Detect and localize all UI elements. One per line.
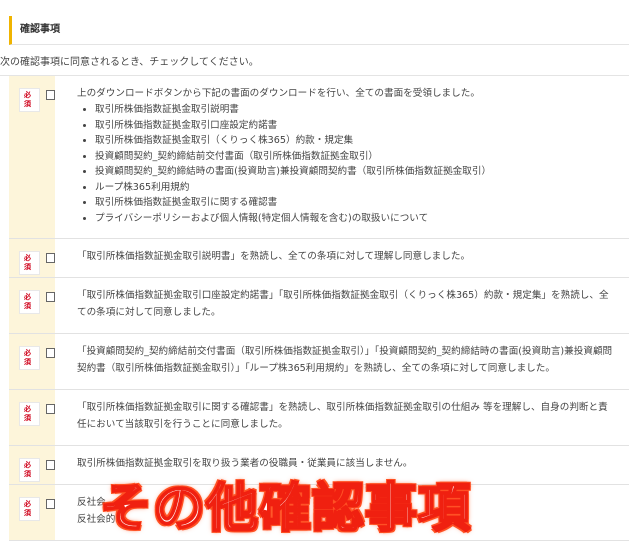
required-badge: 必須 bbox=[19, 290, 41, 314]
section-intro: 次の確認事項に同意されるとき、チェックしてください。 bbox=[0, 45, 629, 76]
confirmation-row: 必須 「投資顧問契約_契約締結前交付書面（取引所株価指数証拠金取引）」「投資顧問契… bbox=[9, 334, 629, 390]
document-item: ループ株365利用規約 bbox=[95, 180, 617, 196]
required-badge: 必須 bbox=[19, 402, 41, 426]
confirmation-text: 「取引所株価指数証拠金取引に関する確認書」を熟読し、取引所株価指数証拠金取引の仕… bbox=[55, 390, 629, 445]
confirmation-text: 「取引所株価指数証拠金取引口座設定約諾書」「取引所株価指数証拠金取引（くりっく株… bbox=[55, 278, 629, 333]
confirmation-row: 必須 「取引所株価指数証拠金取引口座設定約諾書」「取引所株価指数証拠金取引（くりっ… bbox=[9, 278, 629, 334]
required-badge: 必須 bbox=[19, 497, 41, 521]
document-item: 投資顧問契約_契約締結前交付書面（取引所株価指数証拠金取引） bbox=[95, 149, 617, 165]
agree-checkbox[interactable] bbox=[46, 499, 55, 509]
confirmation-text: 「取引所株価指数証拠金取引説明書」を熟読し、全ての条項に対して理解し同意しました… bbox=[55, 239, 629, 277]
confirmation-section: 確認事項 次の確認事項に同意されるとき、チェックしてください。 必須 上のダウンロ… bbox=[0, 16, 629, 541]
required-badge: 必須 bbox=[19, 346, 41, 370]
confirmation-statement: 上のダウンロードボタンから下記の書面のダウンロードを行い、全ての書面を受領しまし… bbox=[77, 88, 480, 99]
document-item: 取引所株価指数証拠金取引口座設定約諾書 bbox=[95, 118, 617, 134]
agree-checkbox[interactable] bbox=[46, 292, 55, 302]
confirmation-text: 上のダウンロードボタンから下記の書面のダウンロードを行い、全ての書面を受領しまし… bbox=[55, 76, 629, 238]
document-item: 投資顧問契約_契約締結時の書面(投資助言)兼投資顧問契約書（取引所株価指数証拠金… bbox=[95, 164, 617, 180]
document-item: 取引所株価指数証拠金取引に関する確認書 bbox=[95, 195, 617, 211]
required-column: 必須 bbox=[9, 239, 55, 277]
agree-checkbox[interactable] bbox=[46, 253, 55, 263]
confirmation-row: 必須 上のダウンロードボタンから下記の書面のダウンロードを行い、全ての書面を受領し… bbox=[9, 76, 629, 239]
required-column: 必須 bbox=[9, 446, 55, 484]
document-item: 取引所株価指数証拠金取引説明書 bbox=[95, 102, 617, 118]
document-item: 取引所株価指数証拠金取引（くりっく株365）約款・規定集 bbox=[95, 133, 617, 149]
required-badge: 必須 bbox=[19, 251, 41, 275]
confirmation-statement: 「投資顧問契約_契約締結前交付書面（取引所株価指数証拠金取引）」「投資顧問契約_… bbox=[77, 346, 613, 374]
confirmation-row: 必須 「取引所株価指数証拠金取引説明書」を熟読し、全ての条項に対して理解し同意しま… bbox=[9, 239, 629, 278]
required-column: 必須 bbox=[9, 278, 55, 333]
required-badge: 必須 bbox=[19, 88, 41, 112]
section-title: 確認事項 bbox=[9, 16, 629, 45]
required-column: 必須 bbox=[9, 334, 55, 389]
agree-checkbox[interactable] bbox=[46, 348, 55, 358]
overlay-caption: その他確認事項 bbox=[99, 478, 472, 540]
required-column: 必須 bbox=[9, 390, 55, 445]
document-item: プライバシーポリシーおよび個人情報(特定個人情報を含む)の取扱いについて bbox=[95, 211, 617, 227]
confirmation-statement: 「取引所株価指数証拠金取引口座設定約諾書」「取引所株価指数証拠金取引（くりっく株… bbox=[77, 290, 609, 318]
agree-checkbox[interactable] bbox=[46, 404, 55, 414]
document-list: 取引所株価指数証拠金取引説明書取引所株価指数証拠金取引口座設定約諾書取引所株価指… bbox=[77, 102, 617, 226]
agree-checkbox[interactable] bbox=[46, 460, 55, 470]
confirmation-row: 必須 「取引所株価指数証拠金取引に関する確認書」を熟読し、取引所株価指数証拠金取引… bbox=[9, 390, 629, 446]
required-column: 必須 bbox=[9, 76, 55, 238]
confirmation-text: 「投資顧問契約_契約締結前交付書面（取引所株価指数証拠金取引）」「投資顧問契約_… bbox=[55, 334, 629, 389]
required-badge: 必須 bbox=[19, 458, 41, 482]
agree-checkbox[interactable] bbox=[46, 90, 55, 100]
confirmation-statement: 「取引所株価指数証拠金取引に関する確認書」を熟読し、取引所株価指数証拠金取引の仕… bbox=[77, 402, 608, 430]
confirmation-statement: 「取引所株価指数証拠金取引説明書」を熟読し、全ての条項に対して理解し同意しました… bbox=[77, 251, 471, 262]
required-column: 必須 bbox=[9, 485, 55, 540]
